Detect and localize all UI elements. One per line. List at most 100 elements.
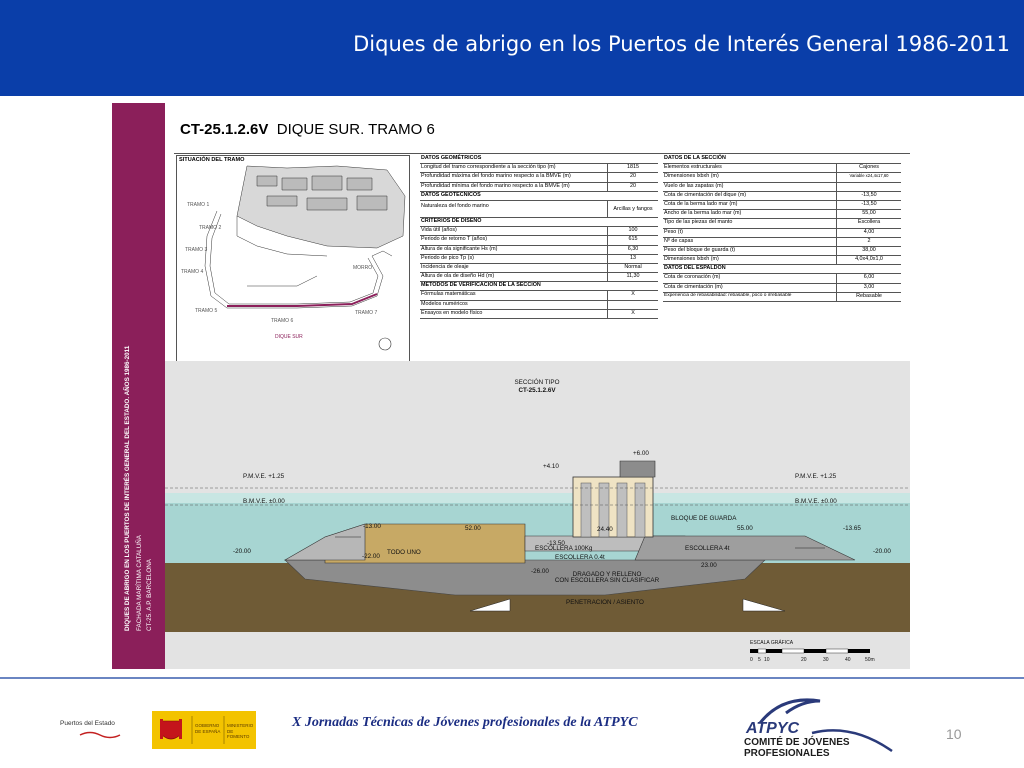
bmve-left: B.M.V.E. ±0.00 xyxy=(243,498,285,505)
scale-tick: 40 xyxy=(845,657,851,663)
scale-tick: 5 xyxy=(758,657,761,663)
atpyc-sub-2: PROFESIONALES xyxy=(744,748,830,759)
puertos-del-estado-logo: Puertos del Estado xyxy=(60,718,140,740)
geotec-title: DATOS GEOTÉCNICOS xyxy=(420,192,658,201)
puertos-logo-mark xyxy=(79,731,121,739)
band-line-1: DIQUES DE ABRIGO EN LOS PUERTOS DE INTER… xyxy=(124,345,131,631)
map-label-tramo2: TRAMO 2 xyxy=(199,225,221,231)
level-2300: 23.00 xyxy=(701,562,717,569)
table-row: Peso (t) 4,00 xyxy=(663,228,901,238)
table-row: Longitud del tramo correspondiente a la … xyxy=(420,164,658,174)
level-m2600: -26.00 xyxy=(531,568,549,575)
map-label-morro: MORRO xyxy=(353,265,372,271)
seccion-title: DATOS DE LA SECCIÓN xyxy=(663,155,901,165)
label-escollera-04: ESCOLLERA 0.4t xyxy=(555,554,605,561)
scale-tick: 50m xyxy=(865,657,875,663)
scale-tick: 10 xyxy=(764,657,770,663)
caisson-cell xyxy=(634,482,646,538)
level-m1300: -13.00 xyxy=(363,523,381,530)
geo-title: DATOS GEOMÉTRICOS xyxy=(420,155,658,165)
slide-title: Diques de abrigo en los Puertos de Inter… xyxy=(353,32,1010,56)
gobierno-text: GOBIERNO DE ESPAÑA xyxy=(195,723,221,734)
table-row: Profundidad máxima del fondo marino resp… xyxy=(420,173,658,183)
table-row: Tipo de las piezas del manto Escollera xyxy=(663,219,901,229)
table-row: Modelos numéricos xyxy=(420,300,658,310)
dim-5200: 52.00 xyxy=(465,525,481,532)
table-row: Periodo de pico Tp (s) 13 xyxy=(420,254,658,264)
table-row: Ensayos en modelo físico X xyxy=(420,309,658,319)
level-m2200: -22.00 xyxy=(362,553,380,560)
table-row: Cota de coronación (m) 6,00 xyxy=(663,274,901,284)
bmve-right: B.M.V.E. ±0.00 xyxy=(795,498,837,505)
table-row: Cota de cimentación del dique (m) -13,50 xyxy=(663,191,901,201)
table-row: Altura de ola significante Hs (m) 6,30 xyxy=(420,245,658,255)
table-row: Altura de ola de diseño Hd (m) 11,30 xyxy=(420,273,658,283)
section-title-2: CT-25.1.2.6V xyxy=(518,387,556,394)
atpyc-logo: ATPYC COMITÉ DE JÓVENES PROFESIONALES xyxy=(742,693,894,759)
table-row: Cota de la berma lado mar (m) -13,50 xyxy=(663,200,901,211)
title-rule xyxy=(174,153,910,154)
table-row: Periodo de retorno T (años) 615 xyxy=(420,236,658,246)
label-penetracion: PENETRACION / ASIENTO xyxy=(566,599,644,606)
scale-bar: 0 5 10 20 30 40 50m xyxy=(750,648,875,663)
caisson-cell xyxy=(580,482,592,538)
label-todo-uno: TODO UNO xyxy=(387,549,421,556)
table-row: Dimensiones lxbxh (m) 4,0x4,0x1,0 xyxy=(663,256,901,266)
page-number: 10 xyxy=(946,726,962,742)
cross-section-drawing: SECCIÓN TIPO CT-25.1.2.6V P.M.V.E. +1.25… xyxy=(165,377,910,663)
level-m1365: -13.65 xyxy=(843,525,861,532)
table-row: Peso del bloque de guarda (t) 38,00 xyxy=(663,246,901,257)
footer-event-text: X Jornadas Técnicas de Jóvenes profesion… xyxy=(292,715,638,730)
header-bar: Diques de abrigo en los Puertos de Inter… xyxy=(0,0,1024,96)
dim-5500: 55.00 xyxy=(737,525,753,532)
footer-divider xyxy=(0,677,1024,679)
sheet-name: DIQUE SUR. TRAMO 6 xyxy=(276,121,435,138)
table-row: Dimensiones lxbxh (m) Variable x24,4x17,6… xyxy=(663,173,901,183)
map-label-tramo1: TRAMO 1 xyxy=(187,202,209,208)
caisson-cell xyxy=(616,482,628,538)
dim-2440: 24.40 xyxy=(597,526,613,533)
level-m2000-left: -20.00 xyxy=(233,548,251,555)
scale-title: ESCALA GRÁFICA xyxy=(750,639,794,646)
right-tables: DATOS DE LA SECCIÓN Elementos estructura… xyxy=(663,155,901,302)
table-row: Experiencia de rebasabilidad: rebasable,… xyxy=(663,292,901,302)
pmve-left: P.M.V.E. +1.25 xyxy=(243,473,285,480)
middle-tables: DATOS GEOMÉTRICOS Longitud del tramo cor… xyxy=(420,155,658,319)
map-label-tramo3: TRAMO 3 xyxy=(185,247,207,253)
scale-tick: 30 xyxy=(823,657,829,663)
level-plus410: +4.10 xyxy=(543,463,559,470)
metodos-title: MÉTODOS DE VERIFICACIÓN DE LA SECCIÓN xyxy=(420,282,658,292)
situation-map: SITUACIÓN DEL TRAMO TRAMO 1 TRAMO 2 TRAM… xyxy=(176,155,410,362)
atpyc-sub-1: COMITÉ DE JÓVENES xyxy=(744,737,850,748)
ministerio-text: MINISTERIO DE FOMENTO xyxy=(227,723,254,739)
port-map-drawing: TRAMO 1 TRAMO 2 TRAMO 3 TRAMO 4 TRAMO 5 … xyxy=(181,165,406,351)
label-bloque-guarda: BLOQUE DE GUARDA xyxy=(671,515,737,522)
crown-wall xyxy=(619,460,656,478)
scale-tick: 0 xyxy=(750,657,753,663)
criterios-title: CRITERIOS DE DISEÑO xyxy=(420,218,658,228)
table-row: Elementos estructurales Cajones xyxy=(663,164,901,174)
level-plus600: +6.00 xyxy=(633,450,649,457)
table-row: Profundidad mínima del fondo marino resp… xyxy=(420,182,658,192)
side-band-text: DIQUES DE ABRIGO EN LOS PUERTOS DE INTER… xyxy=(112,103,165,669)
band-line-3: CT-25. A.P. BARCELONA xyxy=(146,559,153,631)
label-escollera-4t: ESCOLLERA 4t xyxy=(685,545,730,552)
table-row: Vuelo de las zapatas (m) xyxy=(663,182,901,192)
map-label-tramo5: TRAMO 5 xyxy=(195,308,217,314)
table-row: Naturaleza del fondo marino Arcillas y fa… xyxy=(420,200,658,218)
table-row: Cota de cimentación (m) 3,00 xyxy=(663,283,901,293)
sheet-code: CT-25.1.2.6V xyxy=(180,121,269,138)
section-title-1: SECCIÓN TIPO xyxy=(514,377,559,386)
puertos-logo-text: Puertos del Estado xyxy=(60,720,115,727)
map-label-tramo7: TRAMO 7 xyxy=(355,310,377,316)
technical-sheet: DIQUES DE ABRIGO EN LOS PUERTOS DE INTER… xyxy=(112,103,910,669)
table-row: Ancho de la berma lado mar (m) 55,00 xyxy=(663,210,901,220)
level-m2000-right: -20.00 xyxy=(873,548,891,555)
band-line-2: FACHADA MARÍTIMA CATALUÑA xyxy=(136,535,143,631)
table-row: Incidencia de oleaje Normal xyxy=(420,263,658,274)
pmve-right: P.M.V.E. +1.25 xyxy=(795,473,837,480)
label-dragado-2: CON ESCOLLERA SIN CLASIFICAR xyxy=(555,577,660,584)
table-row: Fórmulas matemáticas X xyxy=(420,291,658,301)
map-label-dique-sur: DIQUE SUR xyxy=(275,334,303,340)
gobierno-espana-logo: GOBIERNO DE ESPAÑA MINISTERIO DE FOMENTO xyxy=(152,711,256,749)
